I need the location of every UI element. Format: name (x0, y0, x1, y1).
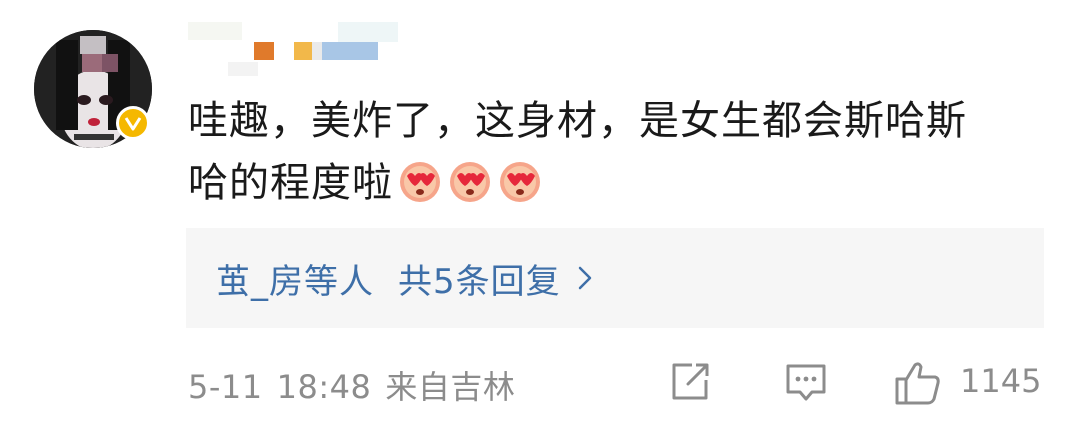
comment-text-line-2: 哈的程度啦 (188, 152, 1048, 214)
heart-eyes-emoji (450, 162, 490, 202)
reply-count-text: 共5条回复 (398, 261, 561, 302)
heart-eyes-emoji (500, 162, 540, 202)
comment-text-line-1: 哇趣，美炸了，这身材，是女生都会斯哈斯 (188, 98, 967, 144)
comment-meta: 5-11 18:48 来自吉林 (188, 362, 515, 408)
comment-location: 来自吉林 (385, 368, 516, 406)
reply-participants: 茧_房等人 (216, 261, 374, 302)
heart-eyes-emoji (400, 162, 440, 202)
avatar-container[interactable] (34, 30, 152, 148)
like-icon[interactable] (894, 360, 942, 406)
comment-item: 哇趣，美炸了，这身材，是女生都会斯哈斯 哈的程度啦 茧_房等人 共5条回复 5-… (0, 0, 1080, 428)
comment-date: 5-11 (188, 368, 263, 406)
comment-time: 18:48 (276, 368, 372, 406)
comment-text-line-2-text: 哈的程度啦 (188, 160, 393, 206)
comment-footer: 5-11 18:48 来自吉林 1145 (188, 354, 1046, 410)
username-redacted[interactable] (188, 18, 408, 82)
username-mosaic (188, 22, 398, 76)
replies-preview[interactable]: 茧_房等人 共5条回复 (186, 228, 1044, 328)
share-icon[interactable] (668, 360, 712, 404)
chevron-right-icon (578, 266, 591, 290)
verified-icon (116, 106, 150, 140)
view-replies-link[interactable]: 茧_房等人 共5条回复 (216, 254, 593, 303)
comment-text: 哇趣，美炸了，这身材，是女生都会斯哈斯 哈的程度啦 (188, 90, 1048, 214)
comment-icon[interactable] (784, 360, 828, 404)
like-count: 1145 (960, 362, 1042, 400)
